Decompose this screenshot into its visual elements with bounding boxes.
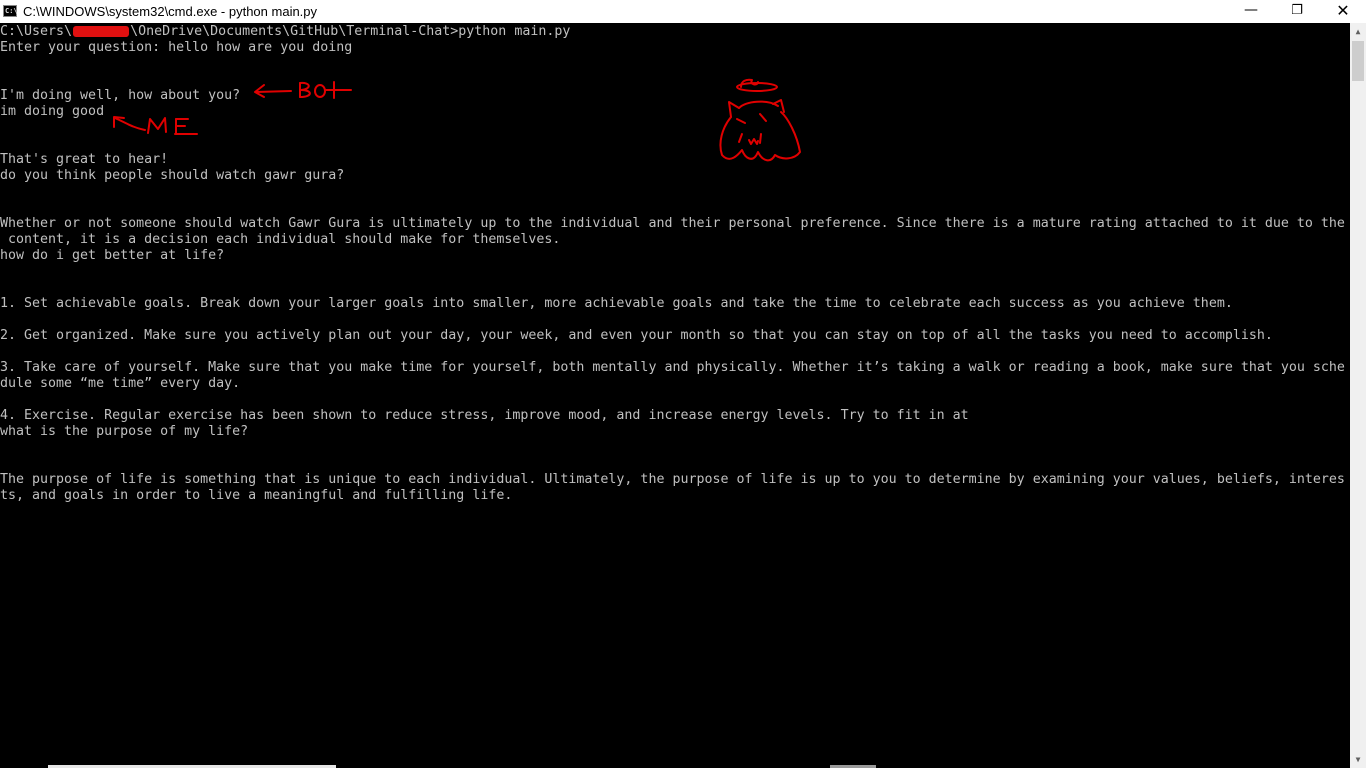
console-line: Whether or not someone should watch Gawr… [0, 216, 1345, 231]
redacted-username [73, 25, 130, 37]
console-line: The purpose of life is something that is… [0, 472, 1345, 487]
console-line: what is the purpose of my life? [0, 424, 249, 439]
console-line: I'm doing well, how about you? [0, 88, 241, 103]
console-line: 1. Set achievable goals. Break down your… [0, 296, 1233, 311]
console-line: do you think people should watch gawr gu… [0, 168, 345, 183]
scroll-up-arrow-icon[interactable]: ▲ [1350, 23, 1366, 40]
prompt-suffix: \OneDrive\Documents\GitHub\Terminal-Chat… [130, 24, 571, 39]
console-line: 4. Exercise. Regular exercise has been s… [0, 408, 969, 423]
console-line: im doing good [0, 104, 105, 119]
console-line: 2. Get organized. Make sure you actively… [0, 328, 1273, 343]
scroll-down-arrow-icon[interactable]: ▼ [1350, 751, 1366, 768]
restore-button[interactable]: ❐ [1274, 0, 1320, 23]
console-line: content, it is a decision each individua… [0, 232, 561, 247]
console-line: how do i get better at life? [0, 248, 225, 263]
window-title: C:\WINDOWS\system32\cmd.exe - python mai… [23, 4, 318, 19]
prompt-prefix: C:\Users\ [0, 24, 73, 39]
title-bar[interactable]: C:\ C:\WINDOWS\system32\cmd.exe - python… [0, 0, 1366, 23]
console-line: ts, and goals in order to live a meaning… [0, 488, 513, 503]
close-button[interactable]: ✕ [1320, 0, 1366, 23]
console-line: 3. Take care of yourself. Make sure that… [0, 360, 1345, 375]
console-line: That's great to hear! [0, 152, 169, 167]
minimize-button[interactable]: — [1228, 0, 1274, 23]
cmd-app-icon: C:\ [3, 5, 18, 17]
vertical-scrollbar[interactable]: ▲ ▼ [1350, 23, 1366, 768]
scroll-thumb[interactable] [1352, 41, 1364, 81]
console-line: Enter your question: hello how are you d… [0, 40, 353, 55]
command-prompt-line: C:\Users\ \OneDrive\Documents\GitHub\Term… [0, 24, 570, 40]
console-output[interactable]: C:\Users\ \OneDrive\Documents\GitHub\Term… [0, 23, 1350, 768]
console-line: dule some “me time” every day. [0, 376, 241, 391]
